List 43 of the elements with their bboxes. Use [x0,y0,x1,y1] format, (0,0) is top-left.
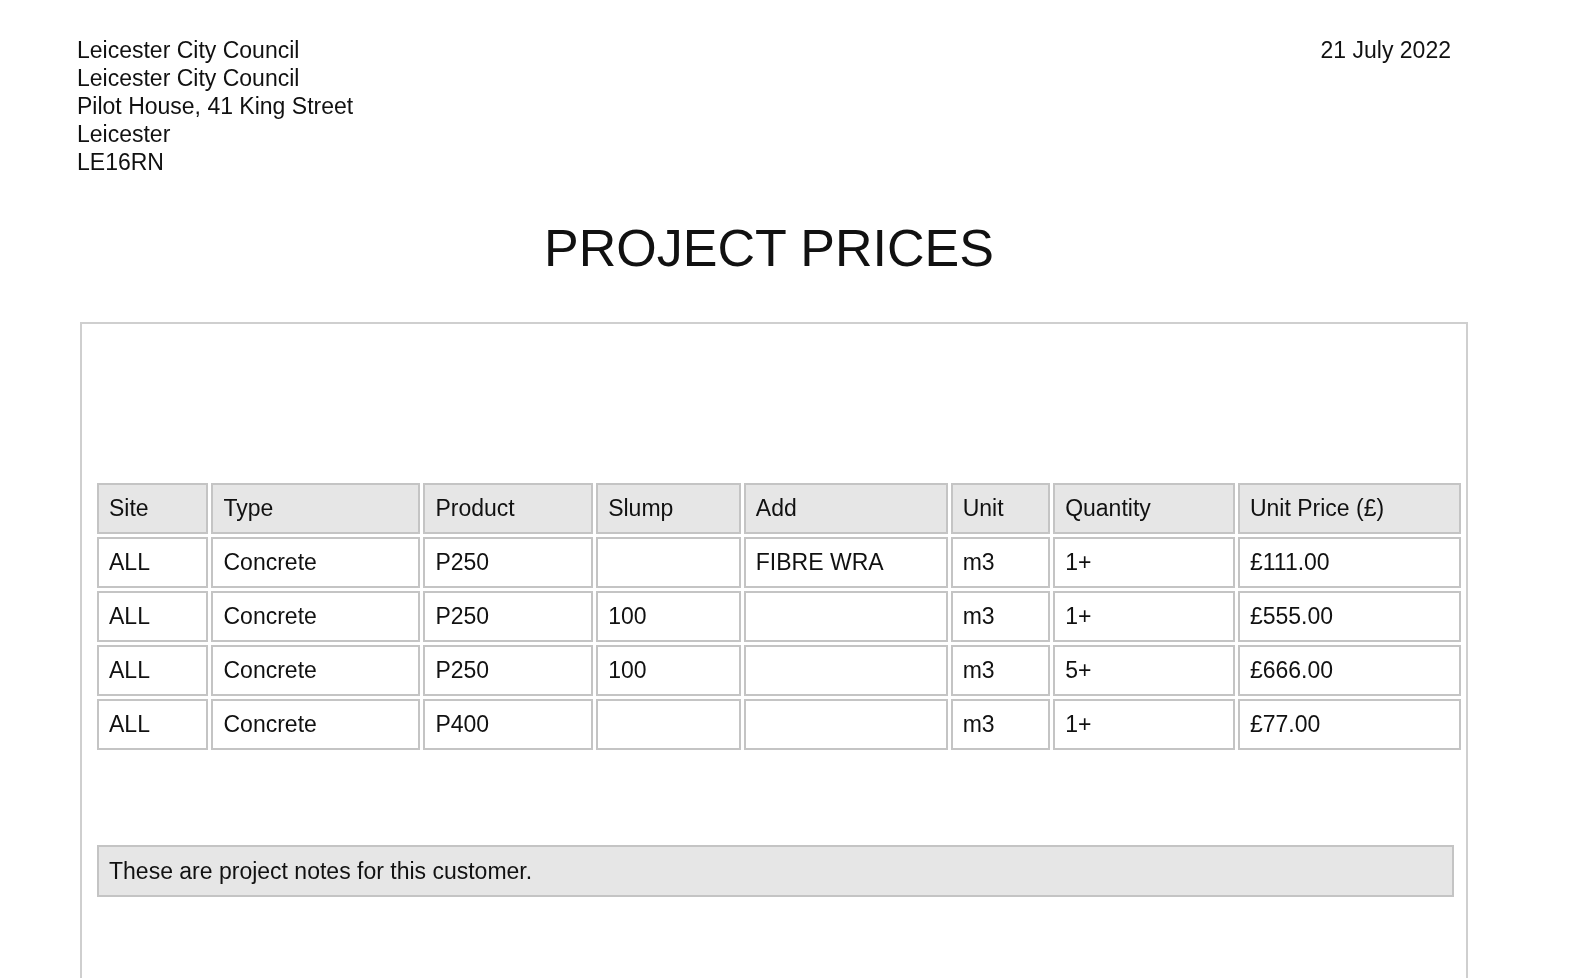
table-cell: ALL [97,699,209,750]
table-cell: P250 [423,537,594,588]
table-cell: P250 [423,645,594,696]
address-line: Leicester [77,120,172,148]
table-cell: Concrete [211,537,421,588]
column-header: Unit [950,483,1051,534]
address-line: Leicester City Council [77,36,301,64]
column-header: Quantity [1053,483,1235,534]
table-cell: 1+ [1053,537,1235,588]
project-notes: These are project notes for this customer. [97,845,1454,897]
table-cell: m3 [950,591,1051,642]
table-cell: 100 [596,645,741,696]
table-cell: ALL [97,645,209,696]
table-cell: 5+ [1053,645,1235,696]
table-cell: m3 [950,699,1051,750]
letter-date: 21 July 2022 [1320,36,1451,65]
table-cell: Concrete [211,591,421,642]
table-cell: £666.00 [1237,645,1461,696]
table-cell: 1+ [1053,591,1235,642]
address-line: Pilot House, 41 King Street [77,92,354,120]
table-cell: £77.00 [1237,699,1461,750]
column-header: Add [743,483,948,534]
address-line: LE16RN [77,148,165,176]
table-cell: ALL [97,591,209,642]
table-cell: 1+ [1053,699,1235,750]
table-cell: 100 [596,591,741,642]
table-cell: ALL [97,537,209,588]
table-cell: £555.00 [1237,591,1461,642]
address-line: Leicester City Council [77,64,301,92]
column-header: Unit Price (£) [1237,483,1461,534]
table-cell: P250 [423,591,594,642]
table-cell: m3 [950,537,1051,588]
page-title: PROJECT PRICES [543,218,995,278]
column-header: Product [423,483,594,534]
table-cell: Concrete [211,645,421,696]
table-cell: P400 [423,699,594,750]
table-cell: £111.00 [1237,537,1461,588]
table-cell: Concrete [211,699,421,750]
column-header: Site [97,483,209,534]
column-header: Type [211,483,421,534]
table-cell: m3 [950,645,1051,696]
column-header: Slump [596,483,741,534]
table-cell: FIBRE WRA [743,537,948,588]
